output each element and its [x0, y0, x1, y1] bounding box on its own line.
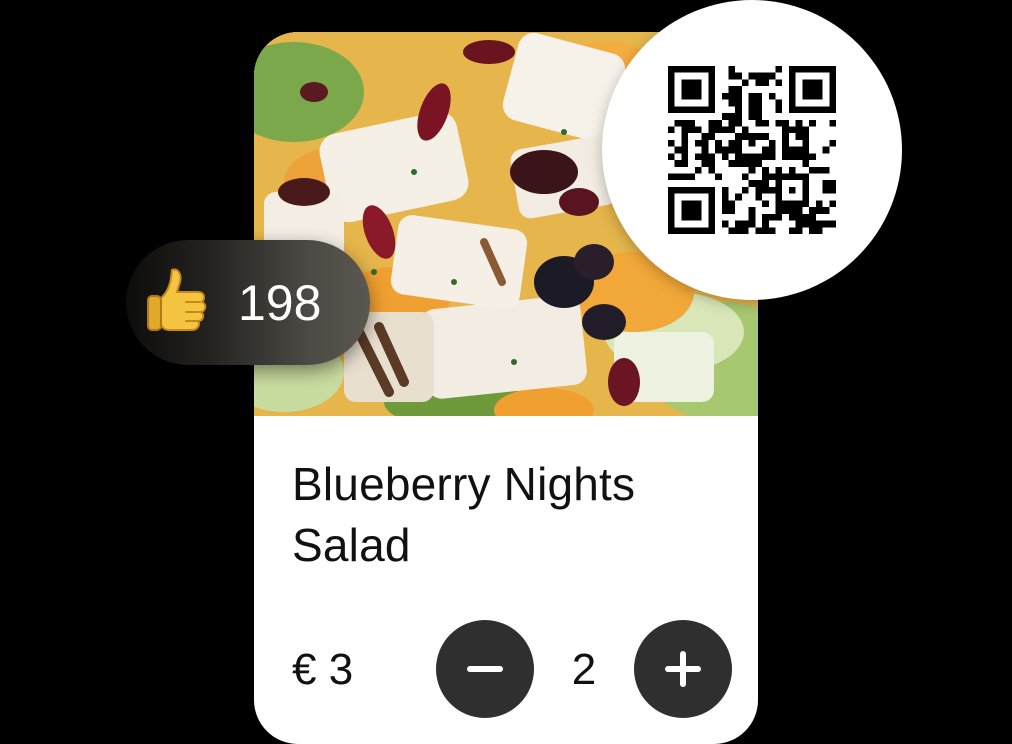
qr-code-bubble[interactable]	[602, 0, 902, 300]
quantity-value: 2	[571, 645, 597, 694]
plus-icon	[665, 651, 701, 687]
stage: Blueberry Nights Salad € 3 2 198	[0, 0, 1012, 744]
likes-badge[interactable]: 198	[126, 240, 370, 365]
likes-count: 198	[238, 275, 322, 331]
product-title: Blueberry Nights Salad	[292, 458, 636, 571]
minus-icon	[467, 666, 503, 672]
product-price: € 3	[292, 645, 354, 694]
decrease-quantity-button[interactable]	[436, 620, 534, 718]
increase-quantity-button[interactable]	[634, 620, 732, 718]
thumbs-up-icon	[147, 268, 207, 331]
qr-code-icon	[668, 66, 836, 234]
